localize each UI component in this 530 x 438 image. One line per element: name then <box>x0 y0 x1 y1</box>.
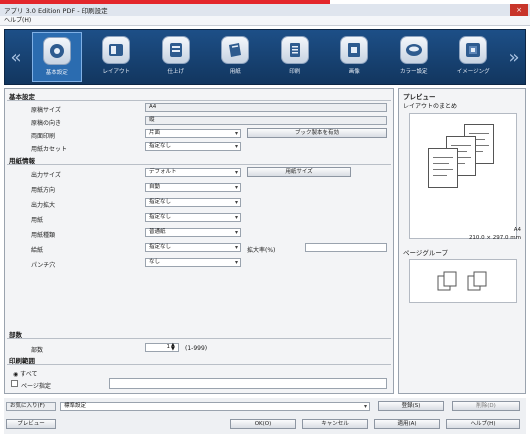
cancel-button[interactable]: キャンセル <box>302 419 368 429</box>
copies-label: 部数 <box>31 347 44 354</box>
tab-label: 基本設定 <box>45 70 68 76</box>
row-label: 出力サイズ <box>31 172 61 179</box>
page-preview <box>409 113 517 239</box>
output-size-select[interactable]: デフォルト <box>145 168 241 177</box>
paper-direction-select[interactable]: 自動 <box>145 183 241 192</box>
tab-toolbar: « 基本設定 レイアウト 仕上げ 用紙 印刷 画像 カラー設定 イメージング » <box>4 29 526 85</box>
divider <box>7 338 391 339</box>
row-label: 用紙カセット <box>31 146 68 153</box>
stepper-arrows-icon[interactable]: ▲ ▼ <box>171 343 175 352</box>
tab-finishing[interactable]: 仕上げ <box>151 32 201 82</box>
next-tabs-button[interactable]: » <box>503 30 525 84</box>
color-icon <box>399 36 428 64</box>
close-button[interactable]: × <box>510 4 528 16</box>
tab-label: レイアウト <box>102 69 130 75</box>
page-group-box <box>409 259 517 303</box>
paper-type-select[interactable]: 普通紙 <box>145 228 241 237</box>
row-label: 用紙種類 <box>31 232 56 239</box>
tab-label: カラー設定 <box>399 69 428 75</box>
preview-subtitle: レイアウトのまとめ <box>403 103 458 110</box>
ratio-label: 拡大率(%) <box>247 247 276 254</box>
ok-button[interactable]: OK(O) <box>230 419 296 429</box>
preview-size-dims: 210.0 × 297.0 mm <box>468 235 521 241</box>
preview-size-label: A4 <box>513 227 521 233</box>
preview-button[interactable]: プレビュー <box>6 419 56 429</box>
row-label: 原稿の向き <box>31 120 62 127</box>
tab-basic[interactable]: 基本設定 <box>31 32 82 82</box>
cassette-select[interactable]: 指定なし <box>145 142 241 151</box>
settings-panel: 基本設定 原稿サイズ A4 原稿の向き 縦 両面印刷 片面 ブック製本を有効 用… <box>4 88 394 394</box>
ratio-input[interactable] <box>305 243 387 252</box>
tab-imaging[interactable]: イメージング <box>448 32 498 82</box>
delete-button[interactable]: 削除(D) <box>452 401 520 411</box>
apply-button[interactable]: 適用(A) <box>374 419 440 429</box>
tab-print[interactable]: 印刷 <box>270 32 320 82</box>
row-label: 出力拡大 <box>31 202 56 209</box>
tab-label: 仕上げ <box>167 69 184 75</box>
duplex-select[interactable]: 片面 <box>145 129 241 138</box>
tab-layout[interactable]: レイアウト <box>91 32 141 82</box>
gear-icon <box>42 37 71 65</box>
output-zoom-select[interactable]: 指定なし <box>145 198 241 207</box>
row-label: 両面印刷 <box>31 133 56 140</box>
print-icon <box>280 36 309 64</box>
finish-icon <box>161 36 190 64</box>
page-group-icon <box>437 271 487 291</box>
paper-select[interactable]: 指定なし <box>145 213 241 222</box>
divider <box>7 364 391 365</box>
divider <box>7 164 391 165</box>
favorites-label: お気に入り(F) <box>6 402 56 411</box>
tab-image[interactable]: 画像 <box>329 32 379 82</box>
group-title: ページグループ <box>403 249 448 257</box>
punch-select[interactable]: なし <box>145 258 241 267</box>
bottom-bar: お気に入り(F) 標準設定 登録(S) 削除(D) プレビュー OK(O) キャ… <box>4 398 526 434</box>
prev-tabs-button[interactable]: « <box>5 30 27 84</box>
tab-label: 画像 <box>348 69 360 75</box>
tab-paper[interactable]: 用紙 <box>210 32 260 82</box>
window-title: アプリ 3.0 Edition PDF - 印刷設定 <box>4 7 108 15</box>
register-button[interactable]: 登録(S) <box>378 401 444 411</box>
title-bar: アプリ 3.0 Edition PDF - 印刷設定 × <box>0 4 530 16</box>
row-label: 給紙 <box>31 247 44 254</box>
range-pages-checkbox[interactable] <box>11 380 18 387</box>
row-label: パンチ穴 <box>31 262 56 269</box>
preview-title: プレビュー <box>403 93 436 101</box>
menu-bar: ヘルプ(H) <box>0 16 530 26</box>
help-button[interactable]: ヘルプ(H) <box>446 419 520 429</box>
divider <box>7 100 391 101</box>
row-label: 用紙 <box>31 217 44 224</box>
feed-select[interactable]: 指定なし <box>145 243 241 252</box>
tab-color[interactable]: カラー設定 <box>389 32 439 82</box>
paper-icon <box>221 36 250 64</box>
booklet-button[interactable]: ブック製本を有効 <box>247 128 387 138</box>
tab-label: 用紙 <box>229 69 241 75</box>
orientation-field[interactable]: 縦 <box>145 116 387 125</box>
range-all-radio[interactable]: ◉ すべて <box>13 369 37 378</box>
range-pages-input[interactable] <box>109 378 387 389</box>
custom-size-button[interactable]: 用紙サイズ <box>247 167 351 177</box>
menu-help[interactable]: ヘルプ(H) <box>4 17 31 24</box>
row-label: 用紙方向 <box>31 187 56 194</box>
layout-icon <box>102 36 131 64</box>
copies-range-label: (1-999) <box>185 345 208 352</box>
range-pages-label: ページ指定 <box>21 383 51 390</box>
page-sheet <box>428 148 458 188</box>
tab-label: 印刷 <box>289 69 301 75</box>
imaging-icon <box>459 36 488 64</box>
favorites-select[interactable]: 標準設定 <box>60 402 370 411</box>
row-label: 原稿サイズ <box>31 107 61 114</box>
tab-list: 基本設定 レイアウト 仕上げ 用紙 印刷 画像 カラー設定 イメージング <box>27 30 503 84</box>
tab-label: イメージング <box>456 69 490 75</box>
preview-panel: プレビュー レイアウトのまとめ A4 210.0 × 297.0 mm ページグ… <box>398 88 526 394</box>
original-size-field[interactable]: A4 <box>145 103 387 112</box>
image-icon <box>340 36 369 64</box>
